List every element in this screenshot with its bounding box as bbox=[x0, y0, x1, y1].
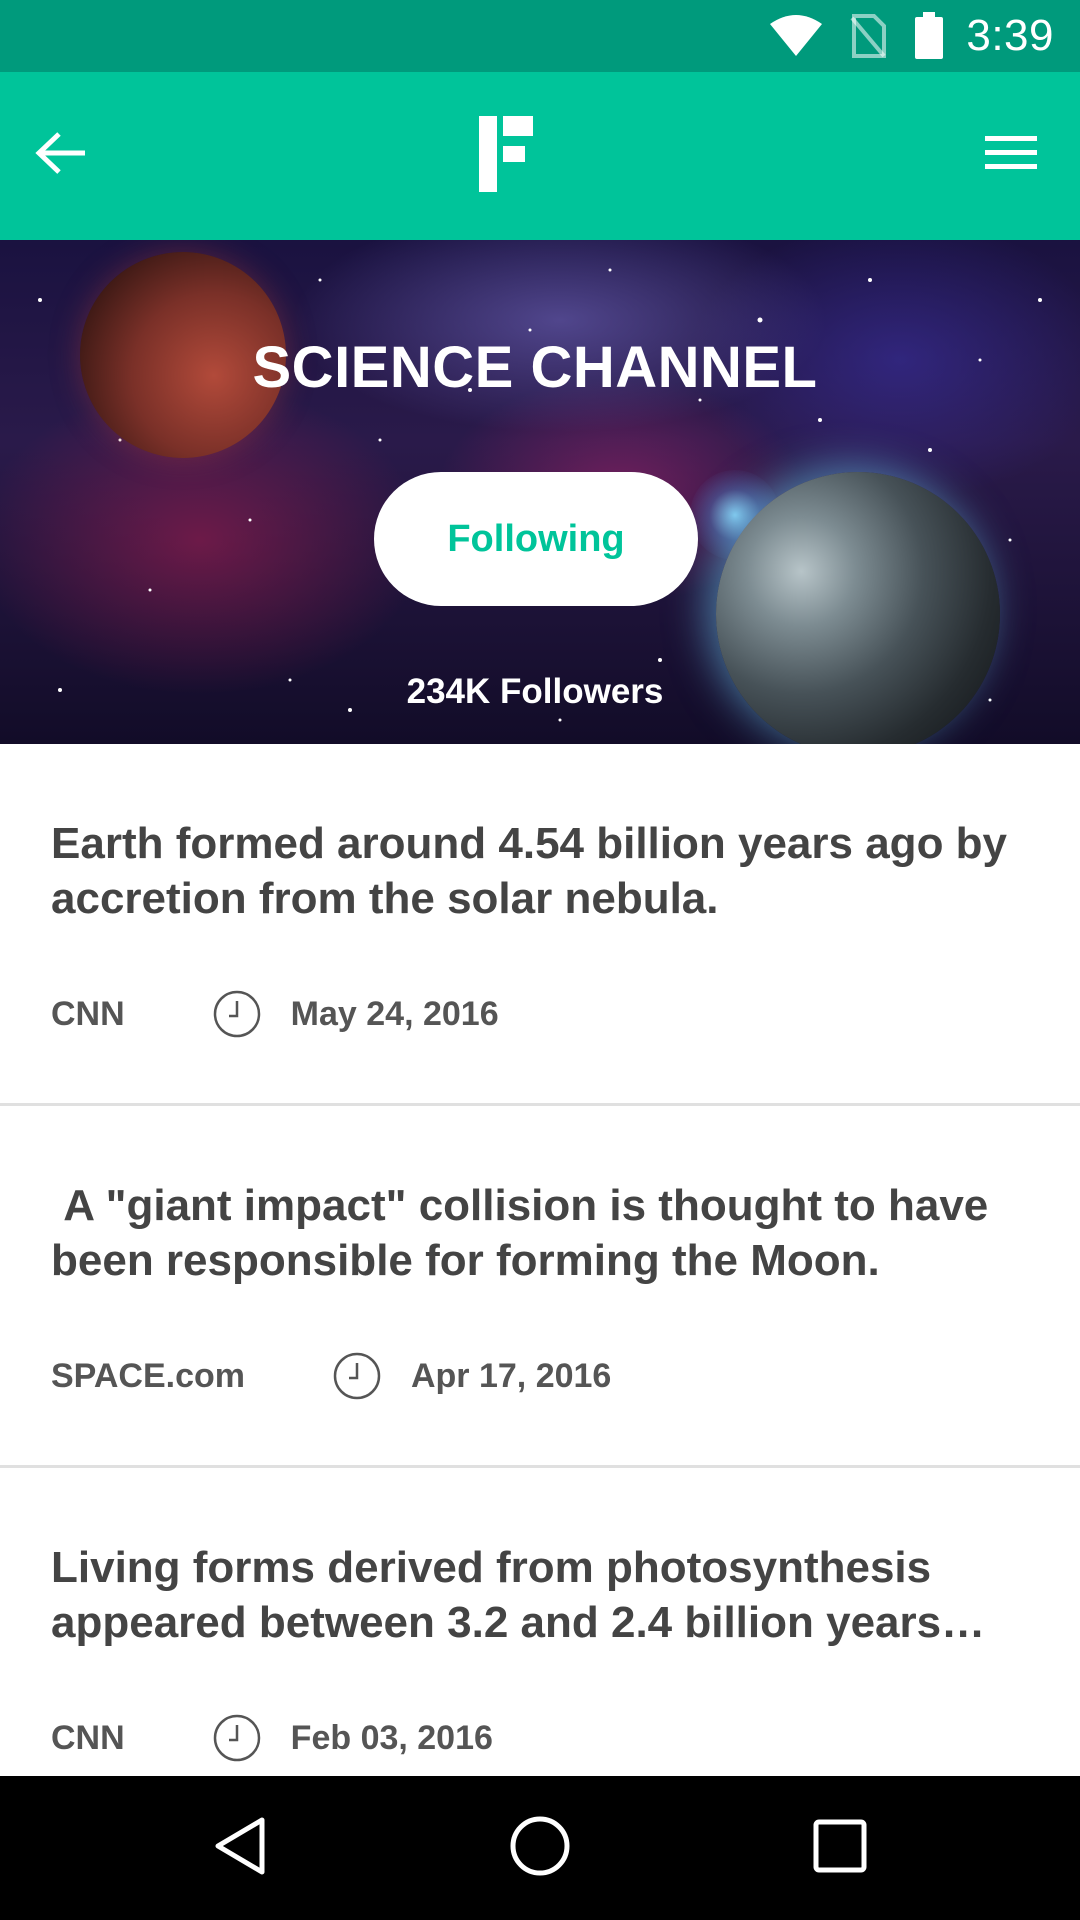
clock-icon bbox=[333, 1352, 381, 1400]
article-date: May 24, 2016 bbox=[290, 994, 499, 1033]
article-source: CNN bbox=[51, 1718, 125, 1757]
following-button[interactable]: Following bbox=[374, 472, 698, 606]
article-date: Feb 03, 2016 bbox=[290, 1718, 493, 1757]
menu-button[interactable] bbox=[976, 120, 1046, 190]
article-list: Earth formed around 4.54 billion years a… bbox=[0, 744, 1080, 1830]
nav-recents-button[interactable] bbox=[800, 1808, 880, 1888]
nav-home-button[interactable] bbox=[500, 1808, 580, 1888]
channel-title: SCIENCE CHANNEL bbox=[252, 335, 818, 400]
system-navigation-bar bbox=[0, 1776, 1080, 1920]
clock-icon bbox=[213, 990, 261, 1038]
article-meta: CNN Feb 03, 2016 bbox=[51, 1712, 493, 1764]
clock-icon bbox=[213, 1714, 261, 1762]
article-meta: CNN May 24, 2016 bbox=[51, 988, 499, 1040]
no-sim-icon bbox=[850, 14, 887, 58]
arrow-left-icon bbox=[35, 131, 87, 180]
battery-icon bbox=[914, 12, 944, 60]
home-circle-icon bbox=[509, 1815, 571, 1882]
article-meta: SPACE.com Apr 17, 2016 bbox=[51, 1350, 611, 1402]
status-bar: 3:39 bbox=[0, 0, 1080, 72]
app-logo[interactable] bbox=[475, 116, 535, 194]
channel-header: SCIENCE CHANNEL Following 234K Followers bbox=[0, 240, 1080, 744]
article-headline[interactable]: Living forms derived from photosynthesis… bbox=[51, 1540, 1031, 1650]
recents-square-icon bbox=[812, 1818, 868, 1879]
article-source: SPACE.com bbox=[51, 1356, 245, 1395]
article-headline[interactable]: Earth formed around 4.54 billion years a… bbox=[51, 816, 1031, 926]
wifi-icon bbox=[768, 14, 824, 58]
article-item[interactable]: A "giant impact" collision is thought to… bbox=[0, 1106, 1080, 1468]
nav-back-button[interactable] bbox=[200, 1808, 280, 1888]
article-date: Apr 17, 2016 bbox=[410, 1356, 612, 1395]
article-headline[interactable]: A "giant impact" collision is thought to… bbox=[51, 1178, 1031, 1288]
app-bar bbox=[0, 72, 1080, 240]
status-time: 3:39 bbox=[966, 11, 1054, 60]
screen: 3:39 SCIENCE CHANNEL Following 234K Foll… bbox=[0, 0, 1080, 1920]
article-source: CNN bbox=[51, 994, 125, 1033]
back-triangle-icon bbox=[210, 1814, 270, 1883]
back-button[interactable] bbox=[26, 120, 96, 190]
hamburger-menu-icon bbox=[985, 134, 1037, 177]
followers-count: 234K Followers bbox=[406, 672, 664, 711]
article-item[interactable]: Earth formed around 4.54 billion years a… bbox=[0, 744, 1080, 1106]
